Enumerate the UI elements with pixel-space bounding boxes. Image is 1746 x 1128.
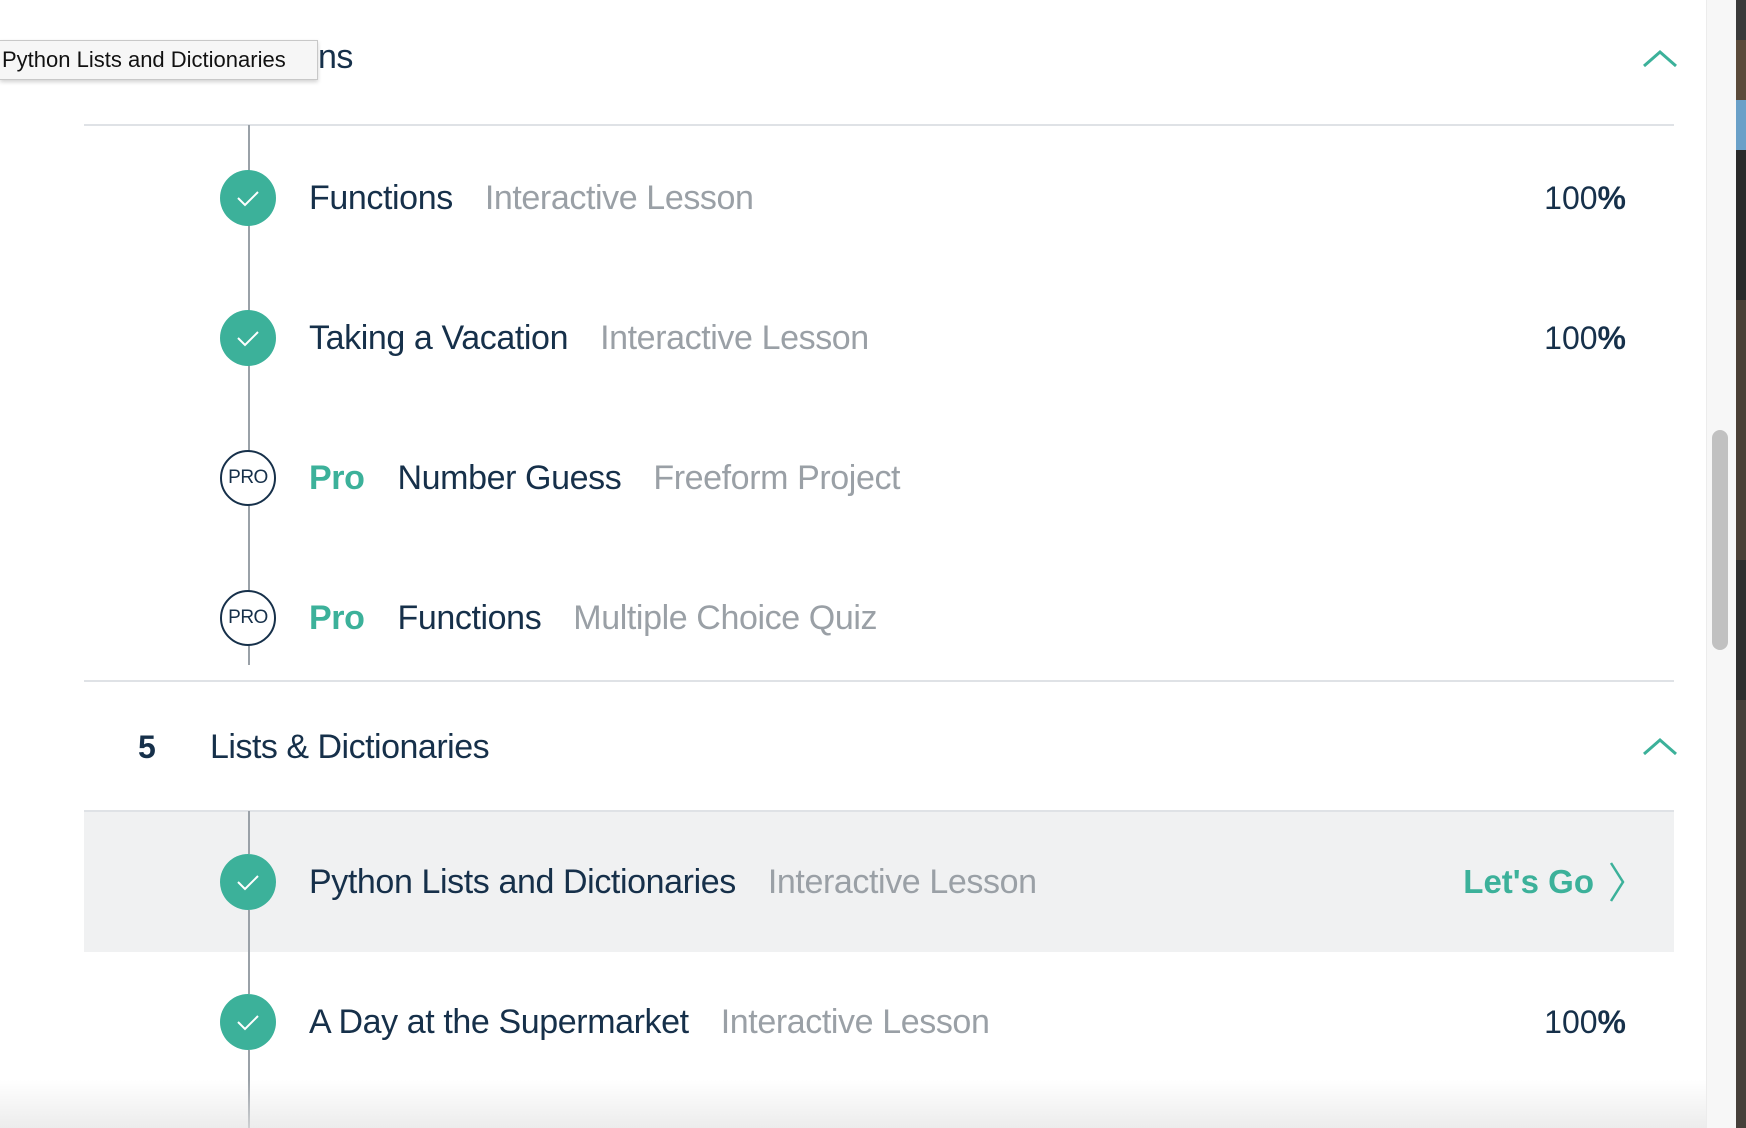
lesson-row[interactable]: PRO Pro Functions Multiple Choice Quiz [84,548,1674,688]
lesson-row[interactable]: PRO Pro Number Guess Freeform Project [84,408,1674,548]
lesson-name[interactable]: A Day at the Supermarket [309,1003,689,1042]
lets-go-label: Let's Go [1463,863,1594,900]
checkmark-icon [237,331,259,347]
course-syllabus: ns Functions Interactive Lesson 100% Tak… [0,0,1706,1128]
section-number: 5 [138,728,156,765]
lesson-type: Multiple Choice Quiz [573,598,878,637]
completed-node [220,170,276,226]
section-title[interactable]: Lists & Dictionaries [210,728,490,767]
progress-sign: % [1597,319,1626,356]
pro-node: PRO [220,450,276,506]
progress-number: 100 [1544,179,1598,216]
lesson-name[interactable]: Functions [309,179,453,218]
checkmark-icon [237,1015,259,1031]
pro-node: PRO [220,590,276,646]
lesson-type: Interactive Lesson [600,318,869,357]
browser-viewport: ns Functions Interactive Lesson 100% Tak… [0,0,1746,1128]
lesson-row-active[interactable]: Python Lists and Dictionaries Interactiv… [84,812,1674,952]
lesson-row[interactable]: Taking a Vacation Interactive Lesson 100… [84,268,1674,408]
pro-label: Pro [309,598,365,637]
checkmark-icon [237,875,259,891]
progress-sign: % [1597,1003,1626,1040]
lesson-row[interactable]: A Day at the Supermarket Interactive Les… [84,952,1674,1092]
completed-node [220,310,276,366]
lesson-type: Interactive Lesson [720,1002,990,1041]
tooltip: Python Lists and Dictionaries [0,40,318,80]
background-window-edge [1736,0,1746,1128]
progress-percent: 100% [1544,268,1626,408]
lesson-type: Freeform Project [653,458,901,497]
checkmark-icon [237,191,259,207]
completed-node [220,994,276,1050]
lesson-name[interactable]: Python Lists and Dictionaries [309,863,736,902]
section-title-partial[interactable]: ns [318,38,353,77]
completed-node [220,854,276,910]
progress-percent: 100% [1544,952,1626,1092]
progress-sign: % [1597,179,1626,216]
section-divider [84,124,1674,126]
progress-number: 100 [1544,1003,1598,1040]
chevron-up-icon[interactable] [1640,46,1680,70]
timeline-line [248,910,250,994]
lesson-type: Interactive Lesson [484,178,754,217]
bottom-shadow [0,1080,1706,1128]
section-header[interactable]: 5 Lists & Dictionaries [84,682,1677,812]
timeline-line [248,811,250,854]
lesson-row[interactable]: Functions Interactive Lesson 100% [84,128,1674,268]
chevron-right-icon [1609,862,1625,902]
lesson-name[interactable]: Functions [397,599,541,638]
chevron-up-icon[interactable] [1640,734,1680,758]
progress-percent: 100% [1544,128,1626,268]
lesson-name[interactable]: Number Guess [397,459,621,498]
pro-label: Pro [309,458,365,497]
lesson-name[interactable]: Taking a Vacation [309,319,568,358]
lesson-type: Interactive Lesson [767,862,1037,901]
progress-number: 100 [1544,319,1598,356]
lets-go-button[interactable]: Let's Go [1463,860,1626,904]
scrollbar-thumb[interactable] [1712,430,1728,650]
